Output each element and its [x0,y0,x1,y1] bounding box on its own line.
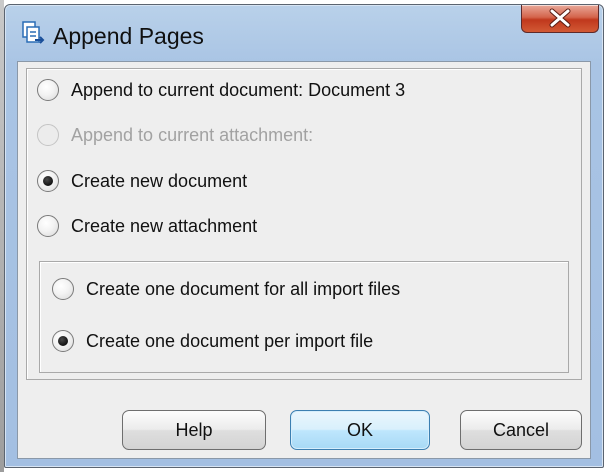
option-create-new-attachment[interactable]: Create new attachment [37,211,257,241]
option-label: Create one document per import file [86,330,374,351]
dialog-content: Append to current document: Document 3 A… [17,61,591,459]
radio-button[interactable] [37,215,59,237]
option-append-current-document[interactable]: Append to current document: Document 3 [37,75,405,105]
option-label: Append to current attachment: [71,124,314,145]
window-title: Append Pages [53,23,204,49]
option-label: Create new document [71,170,248,191]
radio-button[interactable] [52,278,74,300]
option-label: Append to current document: Document 3 [71,79,406,100]
radio-button[interactable] [37,79,59,101]
close-icon [549,8,571,28]
ok-button[interactable]: OK [290,410,430,450]
append-options-group: Append to current document: Document 3 A… [26,68,582,380]
document-split-options-group: Create one document for all import files… [39,261,569,373]
radio-button [37,124,59,146]
option-one-document-per-file[interactable]: Create one document per import file [52,326,373,356]
append-pages-icon [21,21,45,45]
help-button[interactable]: Help [122,410,266,450]
append-pages-dialog: Append Pages Append to current document:… [4,4,604,468]
close-button[interactable] [521,5,599,33]
option-create-new-document[interactable]: Create new document [37,166,247,196]
dialog-buttons: Help OK Cancel [18,402,590,452]
radio-button[interactable] [37,170,59,192]
option-append-current-attachment: Append to current attachment: [37,120,313,150]
option-label: Create new attachment [71,215,258,236]
option-one-document-for-all[interactable]: Create one document for all import files [52,274,400,304]
cancel-button[interactable]: Cancel [460,410,582,450]
radio-button[interactable] [52,330,74,352]
title-bar[interactable]: Append Pages [5,5,603,61]
option-label: Create one document for all import files [86,278,401,299]
